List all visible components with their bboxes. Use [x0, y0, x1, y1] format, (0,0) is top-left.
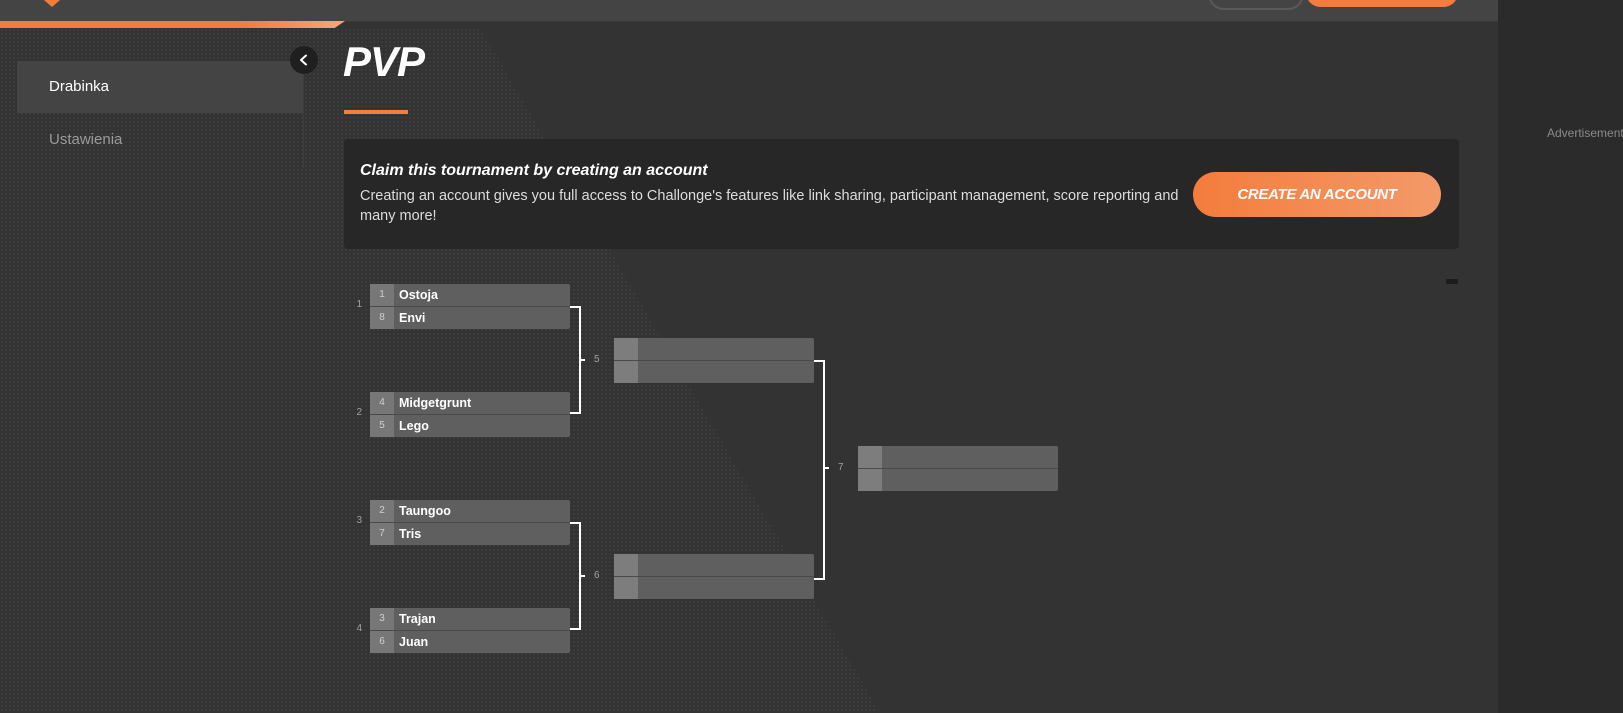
- match-number: 2: [356, 407, 362, 418]
- player-seed: 2: [370, 500, 394, 522]
- advertisement-label: Advertisement: [1547, 126, 1623, 140]
- player-name: Tris: [399, 527, 422, 541]
- player-seed: 1: [370, 284, 394, 306]
- player-seed: 4: [370, 392, 394, 414]
- match-2[interactable]: 2 4 Midgetgrunt 5 Lego: [356, 392, 570, 437]
- player-seed: 5: [370, 415, 394, 437]
- match-player-slot[interactable]: [858, 469, 1058, 491]
- bracket-connector: [579, 575, 585, 577]
- match-7-final[interactable]: [858, 446, 1058, 491]
- match-4[interactable]: 4 3 Trajan 6 Juan: [356, 608, 570, 653]
- match-number: 4: [356, 623, 362, 634]
- bracket-connector: [579, 359, 585, 361]
- match-player-slot[interactable]: [614, 338, 814, 361]
- match-player-slot[interactable]: [858, 446, 1058, 469]
- match-number: 7: [838, 462, 844, 473]
- match-5[interactable]: [614, 338, 814, 383]
- player-name: Lego: [399, 419, 429, 433]
- player-name: Ostoja: [399, 288, 438, 302]
- match-player-slot[interactable]: 4 Midgetgrunt: [370, 392, 570, 415]
- match-number: 6: [594, 570, 600, 581]
- match-player-slot[interactable]: 6 Juan: [370, 631, 570, 653]
- tournament-bracket: 1 1 Ostoja 8 Envi 2 4 Midgetgrunt 5 Lego…: [0, 0, 1498, 713]
- player-seed: 6: [370, 631, 394, 653]
- advertisement-panel: [1498, 0, 1623, 713]
- player-name: Envi: [399, 311, 426, 325]
- player-seed: 3: [370, 608, 394, 630]
- match-player-slot[interactable]: [614, 361, 814, 383]
- player-seed: [614, 554, 638, 576]
- match-player-slot[interactable]: 5 Lego: [370, 415, 570, 437]
- match-player-slot[interactable]: 3 Trajan: [370, 608, 570, 631]
- bracket-connector: [814, 360, 825, 580]
- match-number: 1: [356, 299, 362, 310]
- match-player-slot[interactable]: 1 Ostoja: [370, 284, 570, 307]
- player-name: Taungoo: [399, 504, 451, 518]
- match-3[interactable]: 3 2 Taungoo 7 Tris: [356, 500, 570, 545]
- player-name: Trajan: [399, 612, 436, 626]
- match-number: 3: [356, 515, 362, 526]
- match-player-slot[interactable]: [614, 577, 814, 599]
- match-player-slot[interactable]: [614, 554, 814, 577]
- match-player-slot[interactable]: 8 Envi: [370, 307, 570, 329]
- player-seed: 8: [370, 307, 394, 329]
- player-seed: 7: [370, 523, 394, 545]
- match-number: 5: [594, 354, 600, 365]
- bracket-connector: [823, 467, 829, 469]
- player-name: Midgetgrunt: [399, 396, 472, 410]
- player-seed: [614, 577, 638, 599]
- match-1[interactable]: 1 1 Ostoja 8 Envi: [356, 284, 570, 329]
- player-seed: [858, 446, 882, 468]
- player-seed: [614, 361, 638, 383]
- player-seed: [858, 469, 882, 491]
- match-player-slot[interactable]: 7 Tris: [370, 523, 570, 545]
- match-6[interactable]: [614, 554, 814, 599]
- match-player-slot[interactable]: 2 Taungoo: [370, 500, 570, 523]
- player-name: Juan: [399, 635, 429, 649]
- player-seed: [614, 338, 638, 360]
